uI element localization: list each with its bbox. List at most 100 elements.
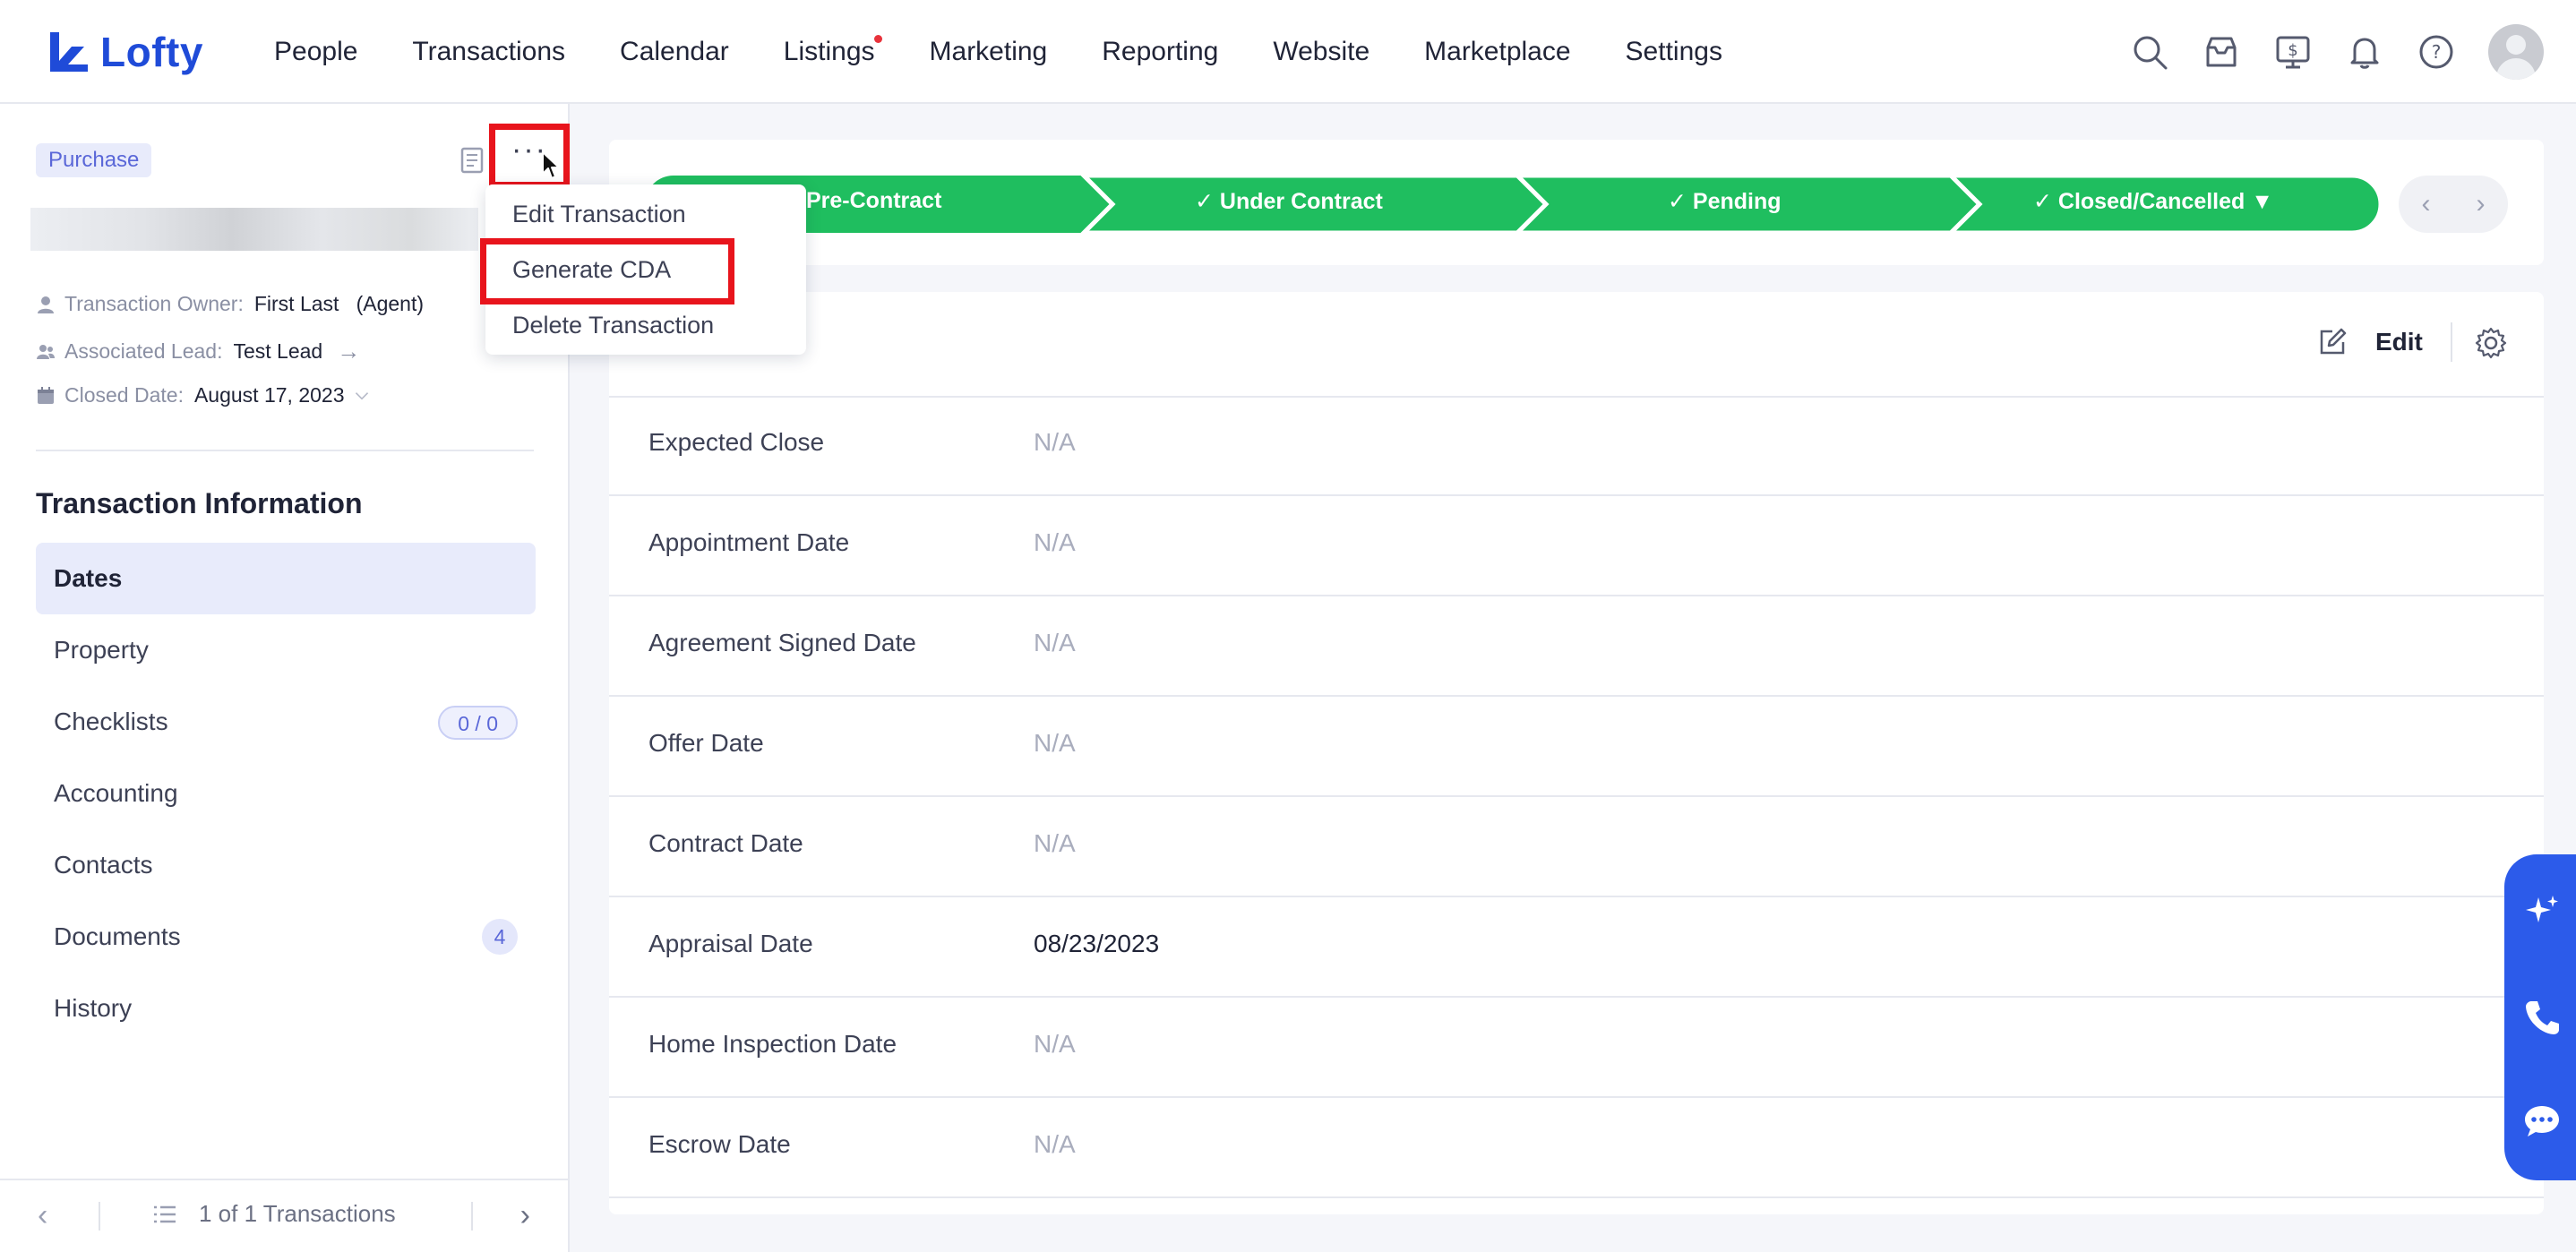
associated-lead-row: Associated Lead: Test Lead → bbox=[36, 338, 360, 365]
date-label: Appointment Date bbox=[648, 528, 850, 556]
stage-label-pre-contract[interactable]: Pre-Contract bbox=[806, 188, 941, 214]
menu-item-delete-transaction[interactable]: Delete Transaction bbox=[512, 312, 714, 339]
date-value: N/A bbox=[1034, 1030, 1076, 1058]
people-icon bbox=[37, 344, 55, 359]
chat-icon[interactable] bbox=[2522, 1102, 2562, 1141]
billing-icon[interactable]: $ bbox=[2273, 32, 2313, 72]
divider bbox=[2451, 322, 2452, 362]
transaction-pagination: ‹ 1 of 1 Transactions › bbox=[0, 1179, 568, 1252]
arrow-right-icon[interactable]: → bbox=[337, 338, 360, 365]
stage-label-under-contract[interactable]: ✓ Under Contract bbox=[1195, 188, 1383, 215]
closed-label: Closed Date: bbox=[64, 383, 184, 407]
nav-people[interactable]: People bbox=[274, 37, 357, 67]
lead-value[interactable]: Test Lead bbox=[233, 339, 322, 364]
date-row-offer: Offer Date N/A bbox=[609, 697, 2544, 797]
sidebar-item-history[interactable]: History bbox=[36, 973, 536, 1044]
date-label: Escrow Date bbox=[648, 1130, 791, 1158]
phone-icon[interactable] bbox=[2522, 998, 2562, 1037]
date-value: N/A bbox=[1034, 428, 1076, 456]
date-row-contract: Contract Date N/A bbox=[609, 797, 2544, 897]
notification-dot bbox=[873, 35, 882, 43]
lofty-logo[interactable]: Lofty bbox=[45, 27, 203, 77]
stage-label-text: Under Contract bbox=[1219, 189, 1383, 214]
sidebar-item-label: Accounting bbox=[54, 779, 178, 807]
generate-cda-highlight bbox=[480, 238, 734, 304]
help-icon[interactable]: ? bbox=[2417, 32, 2456, 72]
stage-label-closed[interactable]: ✓ Closed/Cancelled ▼ bbox=[2033, 188, 2273, 215]
chevron-down-icon[interactable] bbox=[354, 388, 370, 404]
floating-action-bar bbox=[2504, 854, 2576, 1180]
divider bbox=[471, 1202, 473, 1231]
avatar-head bbox=[2506, 35, 2526, 55]
sidebar-item-label: Property bbox=[54, 636, 149, 664]
chevron-left-icon[interactable]: ‹ bbox=[38, 1198, 47, 1233]
date-label: Agreement Signed Date bbox=[648, 629, 916, 656]
sidebar-item-label: Checklists bbox=[54, 707, 168, 735]
date-label: Offer Date bbox=[648, 729, 764, 757]
sidebar-item-label: History bbox=[54, 994, 133, 1022]
sidebar-item-label: Documents bbox=[54, 922, 181, 950]
nav-marketplace[interactable]: Marketplace bbox=[1424, 37, 1570, 67]
documents-count-badge: 4 bbox=[482, 919, 518, 955]
menu-item-edit-transaction[interactable]: Edit Transaction bbox=[512, 201, 686, 228]
calendar-icon bbox=[38, 386, 54, 404]
nav-calendar[interactable]: Calendar bbox=[620, 37, 729, 67]
edit-icon[interactable] bbox=[2316, 326, 2348, 358]
chevron-left-icon[interactable]: ‹ bbox=[2422, 189, 2431, 219]
sidebar-item-contacts[interactable]: Contacts bbox=[36, 829, 536, 901]
checklist-count-badge: 0 / 0 bbox=[438, 706, 518, 740]
owner-label: Transaction Owner: bbox=[64, 292, 244, 315]
nav-website[interactable]: Website bbox=[1273, 37, 1370, 67]
date-row-agreement-signed: Agreement Signed Date N/A bbox=[609, 596, 2544, 697]
stage-label-pending[interactable]: ✓ Pending bbox=[1668, 188, 1782, 215]
sidebar-item-property[interactable]: Property bbox=[36, 614, 536, 686]
owner-value: First Last (Agent) bbox=[253, 292, 425, 315]
app-name: Lofty bbox=[100, 29, 203, 75]
gear-icon[interactable] bbox=[2474, 326, 2508, 360]
date-row-home-inspection: Home Inspection Date N/A bbox=[609, 998, 2544, 1098]
divider bbox=[36, 450, 534, 451]
list-icon bbox=[154, 1205, 176, 1222]
main-nav: People Transactions Calendar Listings Ma… bbox=[274, 0, 1777, 104]
edit-button[interactable]: Edit bbox=[2375, 328, 2423, 356]
user-avatar[interactable] bbox=[2488, 24, 2544, 80]
stage-nav: ‹ › bbox=[2399, 176, 2508, 233]
sidebar-item-documents[interactable]: Documents 4 bbox=[36, 901, 536, 973]
lofty-logo-icon bbox=[50, 32, 88, 72]
nav-listings[interactable]: Listings bbox=[783, 35, 882, 67]
chevron-right-icon[interactable]: › bbox=[520, 1198, 530, 1233]
inbox-icon[interactable] bbox=[2202, 32, 2241, 72]
person-icon bbox=[38, 296, 54, 313]
pagination-info[interactable]: 1 of 1 Transactions bbox=[152, 1200, 396, 1228]
sidebar-item-accounting[interactable]: Accounting bbox=[36, 758, 536, 829]
svg-text:?: ? bbox=[2432, 41, 2442, 63]
sidebar-item-dates[interactable]: Dates bbox=[36, 543, 536, 614]
closed-value[interactable]: August 17, 2023 bbox=[194, 383, 345, 407]
date-value: N/A bbox=[1034, 829, 1076, 857]
blurred-transaction-name bbox=[30, 208, 478, 251]
nav-reporting[interactable]: Reporting bbox=[1102, 37, 1218, 67]
date-label: Home Inspection Date bbox=[648, 1030, 897, 1058]
nav-transactions[interactable]: Transactions bbox=[412, 37, 565, 67]
sidebar-item-checklists[interactable]: Checklists 0 / 0 bbox=[36, 686, 536, 758]
bell-icon[interactable] bbox=[2345, 32, 2384, 72]
date-label: Contract Date bbox=[648, 829, 803, 857]
nav-settings[interactable]: Settings bbox=[1626, 37, 1722, 67]
svg-text:$: $ bbox=[2288, 41, 2297, 60]
sparkle-icon[interactable] bbox=[2522, 892, 2562, 931]
date-row-escrow: Escrow Date N/A bbox=[609, 1098, 2544, 1198]
document-icon[interactable] bbox=[457, 145, 487, 176]
date-value: N/A bbox=[1034, 729, 1076, 757]
pagination-label: 1 of 1 Transactions bbox=[199, 1200, 396, 1227]
search-icon[interactable] bbox=[2130, 32, 2169, 72]
caret-down-icon: ▼ bbox=[2251, 189, 2274, 214]
nav-listings-label: Listings bbox=[783, 37, 875, 66]
lead-label: Associated Lead: bbox=[64, 339, 223, 363]
date-value: 08/23/2023 bbox=[1034, 930, 1160, 957]
nav-marketing[interactable]: Marketing bbox=[930, 37, 1048, 67]
date-value: N/A bbox=[1034, 1130, 1076, 1158]
date-row-expected-close: Expected Close N/A bbox=[609, 396, 2544, 496]
dates-card: Edit Expected Close N/A Appointment Date… bbox=[609, 292, 2544, 1214]
transaction-type-badge: Purchase bbox=[36, 143, 152, 177]
chevron-right-icon[interactable]: › bbox=[2477, 189, 2486, 219]
